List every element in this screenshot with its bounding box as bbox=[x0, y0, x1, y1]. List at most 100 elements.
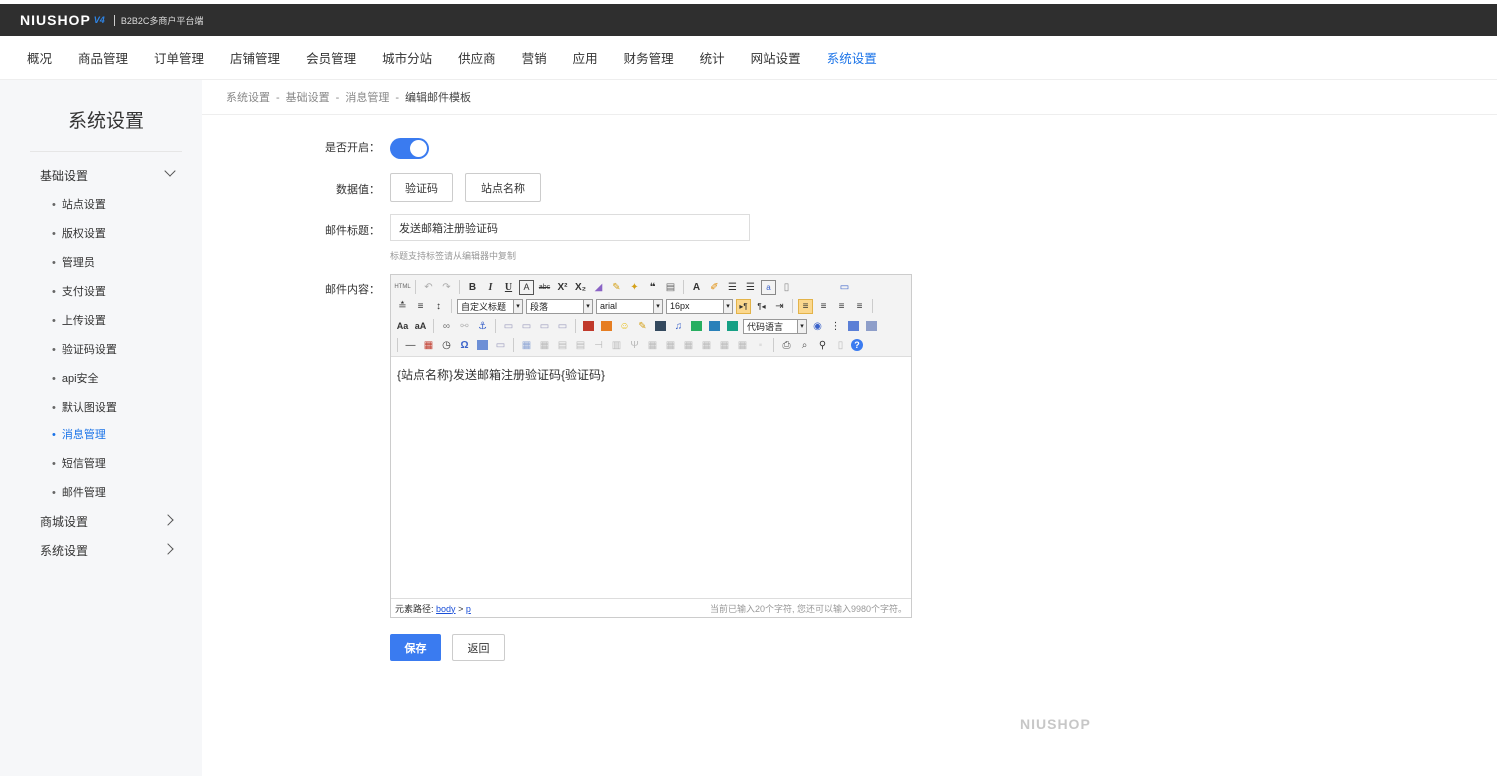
nav-orders[interactable]: 订单管理 bbox=[154, 48, 204, 67]
paste-plain-icon[interactable]: ▤ bbox=[663, 280, 678, 295]
font-family-select[interactable]: arial bbox=[596, 298, 663, 314]
subscript-icon[interactable]: X₂ bbox=[573, 280, 588, 295]
nav-marketing[interactable]: 营销 bbox=[522, 48, 547, 67]
sidebar-group-system[interactable]: 系统设置 bbox=[40, 542, 180, 559]
attachment-icon[interactable] bbox=[689, 319, 704, 334]
editor-content[interactable]: {站点名称}发送邮箱注册验证码{验证码} bbox=[397, 366, 605, 383]
indent-icon[interactable]: ⇥ bbox=[772, 299, 787, 314]
sidebar-item-copyright[interactable]: 版权设置 bbox=[52, 225, 106, 241]
insert-site-name-button[interactable]: 站点名称 bbox=[465, 173, 541, 202]
sidebar-group-mall[interactable]: 商城设置 bbox=[40, 513, 180, 530]
find-icon[interactable]: ⚲ bbox=[815, 338, 830, 353]
sidebar-item-admin[interactable]: 管理员 bbox=[52, 254, 95, 270]
special-chars-icon[interactable]: Ω bbox=[457, 338, 472, 353]
ltr-icon[interactable]: ▸¶ bbox=[736, 298, 751, 314]
subject-input[interactable]: 发送邮箱注册验证码 bbox=[390, 214, 750, 241]
merge-down-icon[interactable]: ▦ bbox=[681, 338, 696, 353]
merge-right-icon[interactable]: ▦ bbox=[663, 338, 678, 353]
nav-suppliers[interactable]: 供应商 bbox=[458, 48, 496, 67]
insert-frame-icon[interactable] bbox=[725, 319, 740, 334]
rtl-icon[interactable]: ¶◂ bbox=[754, 299, 769, 314]
zoom-preview-icon[interactable]: ⌕ bbox=[797, 338, 812, 353]
nav-stats[interactable]: 统计 bbox=[700, 48, 725, 67]
nav-finance[interactable]: 财务管理 bbox=[624, 48, 674, 67]
draft-icon[interactable]: ▯ bbox=[833, 338, 848, 353]
align-left-icon[interactable]: ≡ bbox=[798, 298, 813, 314]
path-p-link[interactable]: p bbox=[466, 604, 471, 614]
simple-upload-icon[interactable] bbox=[581, 319, 596, 334]
line-height-icon[interactable]: ↕ bbox=[431, 299, 446, 314]
nav-overview[interactable]: 概况 bbox=[27, 48, 52, 67]
sidebar-item-default-image[interactable]: 默认图设置 bbox=[52, 399, 117, 415]
wordimage-icon[interactable] bbox=[475, 338, 490, 353]
image-right-icon[interactable]: ▭ bbox=[537, 319, 552, 334]
back-button[interactable]: 返回 bbox=[452, 634, 505, 661]
unordered-list-icon[interactable]: ☰ bbox=[743, 280, 758, 295]
nav-website-settings[interactable]: 网站设置 bbox=[751, 48, 801, 67]
sidebar-item-site[interactable]: 站点设置 bbox=[52, 196, 106, 212]
strikethrough-icon[interactable]: abc bbox=[537, 280, 552, 295]
clear-doc-icon[interactable]: ▯ bbox=[779, 280, 794, 295]
niushop-logo[interactable]: NIUSHOP bbox=[20, 12, 91, 28]
insert-row-icon[interactable]: ▤ bbox=[573, 338, 588, 353]
code-language-select[interactable]: 代码语言 bbox=[743, 318, 807, 334]
sidebar-group-basic[interactable]: 基础设置 bbox=[40, 165, 180, 184]
music-icon[interactable]: ♫ bbox=[671, 319, 686, 334]
insert-captcha-button[interactable]: 验证码 bbox=[390, 173, 453, 202]
italic-icon[interactable]: I bbox=[483, 280, 498, 295]
sidebar-item-email[interactable]: 邮件管理 bbox=[52, 484, 106, 500]
align-right-icon[interactable]: ≡ bbox=[834, 299, 849, 314]
breadcrumb-item[interactable]: 基础设置 bbox=[286, 92, 330, 104]
ordered-list-icon[interactable]: ☰ bbox=[725, 280, 740, 295]
anchor-icon[interactable]: ⚓ bbox=[475, 319, 490, 334]
emotion-icon[interactable]: ☺ bbox=[617, 319, 632, 334]
split-cells-icon[interactable]: ▦ bbox=[699, 338, 714, 353]
insert-col-icon[interactable]: ▥ bbox=[609, 338, 624, 353]
search-replace-icon[interactable]: ▭ bbox=[493, 338, 508, 353]
split-cols-icon[interactable]: ▦ bbox=[735, 338, 750, 353]
preview-icon[interactable]: ▭ bbox=[837, 280, 852, 295]
chart-icon[interactable]: ▪ bbox=[753, 338, 768, 353]
breadcrumb-item[interactable]: 消息管理 bbox=[345, 92, 389, 104]
heading-select[interactable]: 自定义标题 bbox=[457, 298, 523, 314]
date-icon[interactable]: ▦ bbox=[421, 338, 436, 353]
help-icon[interactable]: ? bbox=[851, 339, 863, 351]
insert-video-icon[interactable] bbox=[653, 319, 668, 334]
path-body-link[interactable]: body bbox=[436, 604, 456, 614]
select-all-icon[interactable]: a bbox=[761, 279, 776, 295]
format-brush-icon[interactable]: ✎ bbox=[609, 280, 624, 295]
split-rows-icon[interactable]: ▦ bbox=[717, 338, 732, 353]
sidebar-item-captcha[interactable]: 验证码设置 bbox=[52, 341, 117, 357]
sidebar-item-upload[interactable]: 上传设置 bbox=[52, 312, 106, 328]
source-html-icon[interactable]: HTML bbox=[394, 280, 410, 295]
auto-format-icon[interactable]: ✦ bbox=[627, 280, 642, 295]
superscript-icon[interactable]: X² bbox=[555, 280, 570, 295]
time-icon[interactable]: ◷ bbox=[439, 338, 454, 353]
underline-icon[interactable]: U bbox=[501, 280, 516, 295]
insert-image-icon[interactable] bbox=[599, 319, 614, 334]
enabled-toggle[interactable] bbox=[390, 138, 429, 159]
font-color-icon[interactable]: A bbox=[689, 280, 704, 295]
link-icon[interactable]: ∞ bbox=[439, 319, 454, 334]
to-uppercase-icon[interactable]: Aa bbox=[395, 319, 410, 334]
sidebar-item-api-security[interactable]: api安全 bbox=[52, 370, 99, 386]
paragraph-select[interactable]: 段落 bbox=[526, 298, 593, 314]
align-justify-icon[interactable]: ≡ bbox=[852, 299, 867, 314]
blockquote-icon[interactable]: ❝ bbox=[645, 280, 660, 295]
template-icon[interactable] bbox=[846, 319, 861, 334]
nav-apps[interactable]: 应用 bbox=[573, 48, 598, 67]
image-left-icon[interactable]: ▭ bbox=[519, 319, 534, 334]
sidebar-item-sms[interactable]: 短信管理 bbox=[52, 455, 106, 471]
delete-row-icon[interactable]: ⊣ bbox=[591, 338, 606, 353]
insert-paragraph-before-table-icon[interactable]: ▤ bbox=[555, 338, 570, 353]
save-button[interactable]: 保存 bbox=[390, 634, 441, 661]
insert-table-icon[interactable]: ▦ bbox=[519, 338, 534, 353]
nav-members[interactable]: 会员管理 bbox=[306, 48, 356, 67]
breadcrumb-item[interactable]: 系统设置 bbox=[226, 92, 270, 104]
background-icon[interactable] bbox=[864, 319, 879, 334]
row-spacing-top-icon[interactable]: ≛ bbox=[395, 299, 410, 314]
nav-city-sites[interactable]: 城市分站 bbox=[382, 48, 432, 67]
font-size-select[interactable]: 16px bbox=[666, 298, 733, 314]
sidebar-item-messages[interactable]: 消息管理 bbox=[52, 426, 106, 442]
image-none-icon[interactable]: ▭ bbox=[501, 319, 516, 334]
